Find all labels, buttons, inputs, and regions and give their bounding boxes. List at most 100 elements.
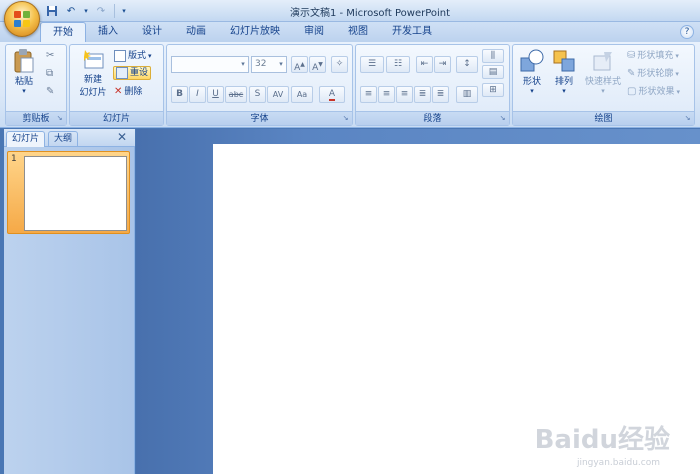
reset-icon [116,67,128,79]
slide-thumbnail-selected[interactable]: 1 [7,151,130,234]
reset-label: 重设 [130,68,149,78]
justify-button[interactable]: ≣ [414,86,431,103]
distributed-button[interactable]: ≣ [432,86,449,103]
align-center-button[interactable]: ≡ [378,86,395,103]
grow-font-button[interactable]: A▲ [291,56,308,73]
reset-button[interactable]: 重设 [113,66,152,80]
dialog-launcher-icon[interactable]: ↘ [683,114,692,123]
quick-styles-label: 快速样式 [584,77,621,87]
slide-thumbnail[interactable] [24,156,127,231]
clear-format-button[interactable]: ✧ [331,56,348,73]
font-name-combo[interactable]: ▾ [171,56,249,73]
italic-button[interactable]: I [189,86,206,103]
clipboard-group: 粘贴 ▾ ✂ ⧉ ✎ 剪贴板 ↘ [5,44,67,126]
smartart-button[interactable]: ⊞ [482,83,504,97]
chevron-down-icon: ▾ [241,60,245,68]
change-case-button[interactable]: Aa [291,86,313,103]
line-spacing-button[interactable]: ↕ [456,56,478,73]
columns-icon: ▥ [462,89,472,99]
paint-bucket-icon: ⛁ [627,50,636,61]
align-right-icon: ≡ [400,89,409,99]
increase-indent-button[interactable]: ⇥ [434,56,451,73]
chevron-down-icon: ▾ [562,87,566,95]
arrange-button[interactable]: 排列 ▾ [549,48,579,95]
font-size-combo[interactable]: 32 ▾ [251,56,287,73]
numbering-button[interactable]: ☷ [386,56,410,73]
copy-button[interactable]: ⧉ [46,67,53,81]
dialog-launcher-icon[interactable]: ↘ [341,114,350,123]
text-direction-button[interactable]: ⫼ [482,49,504,63]
slides-group: 新建 幻灯片 版式 ▾ 重设 ✕ 删除 幻灯片 [69,44,164,126]
dialog-launcher-icon[interactable]: ↘ [55,114,64,123]
delete-icon: ✕ [114,86,123,97]
shape-outline-button[interactable]: ✎ 形状轮廓 ▾ [627,67,679,81]
shrink-font-button[interactable]: A▼ [309,56,326,73]
columns-button[interactable]: ▥ [456,86,478,103]
tab-review[interactable]: 审阅 [292,22,336,42]
quick-styles-button[interactable]: 快速样式 ▾ [581,48,625,95]
paste-icon [13,48,35,74]
effects-icon: ▢ [627,86,637,97]
format-painter-button[interactable]: ✎ [46,85,54,99]
align-right-button[interactable]: ≡ [396,86,413,103]
shape-fill-button[interactable]: ⛁ 形状填充 ▾ [627,49,679,63]
shadow-button[interactable]: S [249,86,266,103]
paste-label: 粘贴 [14,77,33,87]
tab-slideshow[interactable]: 幻灯片放映 [218,22,292,42]
decrease-indent-button[interactable]: ⇤ [416,56,433,73]
paste-button[interactable]: 粘贴 ▾ [10,48,38,95]
new-slide-label-1: 新建 [83,75,102,85]
align-left-button[interactable]: ≡ [360,86,377,103]
quick-styles-icon [590,48,616,74]
office-button[interactable] [4,1,40,37]
delete-label: 删除 [124,87,143,97]
tab-design[interactable]: 设计 [130,22,174,42]
font-color-button[interactable]: A [319,86,345,103]
font-group-label: 字体 [167,111,352,125]
tab-insert[interactable]: 插入 [86,22,130,42]
cut-button[interactable]: ✂ [46,49,54,63]
chevron-down-icon: ▾ [148,52,152,60]
chevron-down-icon: ▾ [675,70,679,78]
copy-icon: ⧉ [46,68,54,79]
new-slide-button[interactable]: 新建 幻灯片 [73,48,113,98]
align-left-icon: ≡ [364,89,373,99]
align-text-button[interactable]: ▤ [482,65,504,79]
close-icon[interactable]: ✕ [117,130,127,144]
justify-icon: ≣ [418,89,427,99]
smartart-icon: ⊞ [489,85,497,95]
align-center-icon: ≡ [382,89,391,99]
help-icon[interactable]: ? [680,25,694,39]
slides-panel: 幻灯片 大纲 ✕ 1 [4,129,135,474]
bullet-list-icon: ☰ [367,59,377,69]
shrink-font-icon: A▼ [312,61,323,73]
tab-home[interactable]: 开始 [40,22,86,42]
bullets-button[interactable]: ☰ [360,56,384,73]
tab-outline-panel[interactable]: 大纲 [48,131,79,147]
slides-group-label: 幻灯片 [70,111,163,125]
ribbon-tab-bar: 开始 插入 设计 动画 幻灯片放映 审阅 视图 开发工具 ? [0,22,700,42]
shapes-button[interactable]: 形状 ▾ [517,48,547,95]
text-direction-icon: ⫼ [490,51,496,61]
chevron-down-icon: ▾ [601,87,605,95]
strikethrough-button[interactable]: abc [225,86,247,103]
tab-animations[interactable]: 动画 [174,22,218,42]
pen-icon: ✎ [627,68,636,79]
char-spacing-button[interactable]: AV [267,86,289,103]
layout-label: 版式 [128,51,147,61]
bold-button[interactable]: B [171,86,188,103]
layout-button[interactable]: 版式 ▾ [114,49,152,63]
shape-effects-button[interactable]: ▢ 形状效果 ▾ [627,85,680,99]
chevron-down-icon: ▾ [530,87,534,95]
underline-button[interactable]: U [207,86,224,103]
panel-tabs: 幻灯片 大纲 ✕ [4,129,135,147]
tab-slides-panel[interactable]: 幻灯片 [6,131,46,147]
font-group: ▾ 32 ▾ A▲ A▼ ✧ B I U abc S AV Aa A 字体 ↘ [166,44,353,126]
tab-view[interactable]: 视图 [336,22,380,42]
line-spacing-icon: ↕ [463,59,471,69]
tab-developer[interactable]: 开发工具 [380,22,444,42]
grow-font-icon: A▲ [294,61,305,73]
delete-slide-button[interactable]: ✕ 删除 [114,85,142,99]
dialog-launcher-icon[interactable]: ↘ [498,114,507,123]
chevron-down-icon: ▾ [676,88,680,96]
